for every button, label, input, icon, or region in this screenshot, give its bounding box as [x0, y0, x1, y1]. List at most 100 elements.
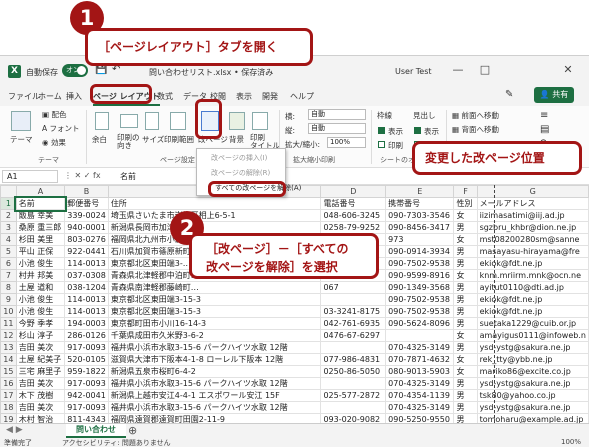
table-cell[interactable]: 性別: [453, 197, 478, 210]
table-cell[interactable]: 070-4325-3149: [385, 401, 455, 414]
table-cell[interactable]: [320, 341, 387, 354]
table-cell[interactable]: [385, 329, 455, 342]
table-cell[interactable]: 青森県南津軽郡藤崎町…: [107, 281, 322, 294]
gridlines-print-checkbox[interactable]: [378, 141, 385, 148]
table-cell[interactable]: 吉田 美次: [15, 341, 66, 354]
table-cell[interactable]: 福井県小浜市水取3-15-6 パークハイツ水取 12階: [107, 401, 322, 414]
table-cell[interactable]: 048-606-3245: [320, 209, 387, 222]
table-cell[interactable]: 千葉県成田市久米野3-6-2: [107, 329, 322, 342]
table-cell[interactable]: 平山 正保: [15, 245, 66, 258]
table-cell[interactable]: 090-7303-3546: [385, 209, 455, 222]
table-cell[interactable]: 090-5624-8096: [385, 317, 455, 330]
sheet-tab[interactable]: 問い合わせ: [66, 424, 126, 438]
effects-button[interactable]: ◉ 効果: [42, 137, 66, 148]
row-header[interactable]: 18: [0, 401, 17, 414]
table-cell[interactable]: 077-986-4831: [320, 353, 387, 366]
table-cell[interactable]: 038-1204: [64, 281, 109, 294]
table-cell[interactable]: 福岡県遠賀郡遠賀町田園2-11-9: [107, 413, 322, 423]
table-cell[interactable]: 女: [453, 269, 478, 282]
table-cell[interactable]: 男: [453, 401, 478, 414]
column-header[interactable]: E: [385, 185, 455, 198]
column-header[interactable]: D: [320, 185, 387, 198]
colors-button[interactable]: ▣ 配色: [42, 109, 66, 120]
table-cell[interactable]: 男: [453, 389, 478, 402]
table-cell[interactable]: 339-0024: [64, 209, 109, 222]
table-cell[interactable]: 電話番号: [320, 197, 387, 210]
row-header[interactable]: 5: [0, 245, 17, 258]
column-header[interactable]: B: [64, 185, 109, 198]
close-icon[interactable]: ✕: [560, 62, 576, 78]
fonts-button[interactable]: A フォント: [42, 123, 80, 134]
orientation-icon[interactable]: [120, 114, 138, 128]
tab-developer[interactable]: 開発: [262, 91, 278, 102]
scale-input[interactable]: 100%: [327, 137, 366, 148]
margins-icon[interactable]: [95, 112, 109, 130]
tab-view[interactable]: 表示: [236, 91, 252, 102]
table-cell[interactable]: 942-0041: [64, 389, 109, 402]
table-cell[interactable]: 114-0013: [64, 293, 109, 306]
column-header[interactable]: F: [453, 185, 478, 198]
align-icon[interactable]: ≡: [540, 110, 548, 121]
user-name[interactable]: User Test: [395, 67, 432, 76]
table-cell[interactable]: 男: [453, 341, 478, 354]
table-cell[interactable]: 女: [453, 233, 478, 246]
width-select[interactable]: 自動: [308, 109, 366, 120]
table-cell[interactable]: 811-4343: [64, 413, 109, 423]
table-cell[interactable]: 070-7871-4632: [385, 353, 455, 366]
formula-input[interactable]: 名前: [120, 171, 136, 182]
table-cell[interactable]: 973: [385, 233, 455, 246]
row-header[interactable]: 13: [0, 341, 17, 354]
row-header[interactable]: 4: [0, 233, 17, 246]
row-header[interactable]: 15: [0, 365, 17, 378]
insert-break-item[interactable]: 改ページの挿入(I): [211, 153, 267, 163]
table-cell[interactable]: 922-0441: [64, 245, 109, 258]
table-cell[interactable]: 090-9599-8916: [385, 269, 455, 282]
table-cell[interactable]: 520-0105: [64, 353, 109, 366]
table-cell[interactable]: 917-0093: [64, 377, 109, 390]
table-cell[interactable]: 959-1822: [64, 365, 109, 378]
minimize-icon[interactable]: —: [450, 62, 466, 78]
table-cell[interactable]: 025-577-2872: [320, 389, 387, 402]
select-all-corner[interactable]: [0, 185, 17, 198]
table-cell[interactable]: 埼玉県さいたま市岩槻区相上6-5-1: [107, 209, 322, 222]
table-cell[interactable]: 福井県小浜市水取3-15-6 パークハイツ水取 12階: [107, 377, 322, 390]
table-cell[interactable]: 吉田 美次: [15, 401, 66, 414]
table-cell[interactable]: 男: [453, 377, 478, 390]
theme-icon[interactable]: [11, 111, 31, 131]
table-cell[interactable]: 090-7502-9538: [385, 293, 455, 306]
table-cell[interactable]: 037-0308: [64, 269, 109, 282]
table-cell[interactable]: 土屋 紀美子: [15, 353, 66, 366]
autosave-toggle[interactable]: オン: [62, 64, 88, 77]
table-cell[interactable]: [320, 377, 387, 390]
table-cell[interactable]: 男: [453, 305, 478, 318]
table-cell[interactable]: 男: [453, 293, 478, 306]
row-header[interactable]: 12: [0, 329, 17, 342]
table-cell[interactable]: 940-0001: [64, 221, 109, 234]
table-cell[interactable]: 新潟県上越市安江4-4-1 エスポワール安江 15F: [107, 389, 322, 402]
table-cell[interactable]: 滋賀県大津市下阪本4-1-8 ローレル下阪本 12階: [107, 353, 322, 366]
table-cell[interactable]: 吉田 美次: [15, 377, 66, 390]
row-header[interactable]: 17: [0, 389, 17, 402]
table-cell[interactable]: 住所: [107, 197, 322, 210]
table-cell[interactable]: 男: [453, 317, 478, 330]
table-cell[interactable]: 携帯番号: [385, 197, 455, 210]
table-cell[interactable]: 名前: [14, 195, 67, 212]
tab-file[interactable]: ファイル: [8, 91, 40, 102]
add-sheet-icon[interactable]: ⊕: [128, 424, 137, 437]
table-cell[interactable]: 090-8456-3417: [385, 221, 455, 234]
send-backward-button[interactable]: ▦ 背面へ移動: [452, 124, 499, 135]
background-icon[interactable]: [229, 112, 245, 130]
table-cell[interactable]: 東京都町田市小川16-14-3: [107, 317, 322, 330]
table-cell[interactable]: 090-1349-3568: [385, 281, 455, 294]
table-cell[interactable]: 女: [453, 365, 478, 378]
table-cell[interactable]: 男: [453, 257, 478, 270]
table-cell[interactable]: 男: [453, 281, 478, 294]
row-header[interactable]: 7: [0, 269, 17, 282]
row-header[interactable]: 9: [0, 293, 17, 306]
table-cell[interactable]: 093-020-9082: [320, 413, 387, 423]
table-cell[interactable]: 今野 季孝: [15, 317, 66, 330]
table-cell[interactable]: 114-0013: [64, 257, 109, 270]
table-cell[interactable]: 286-0126: [64, 329, 109, 342]
remove-break-item[interactable]: 改ページの解除(R): [211, 168, 270, 178]
table-cell[interactable]: [320, 401, 387, 414]
